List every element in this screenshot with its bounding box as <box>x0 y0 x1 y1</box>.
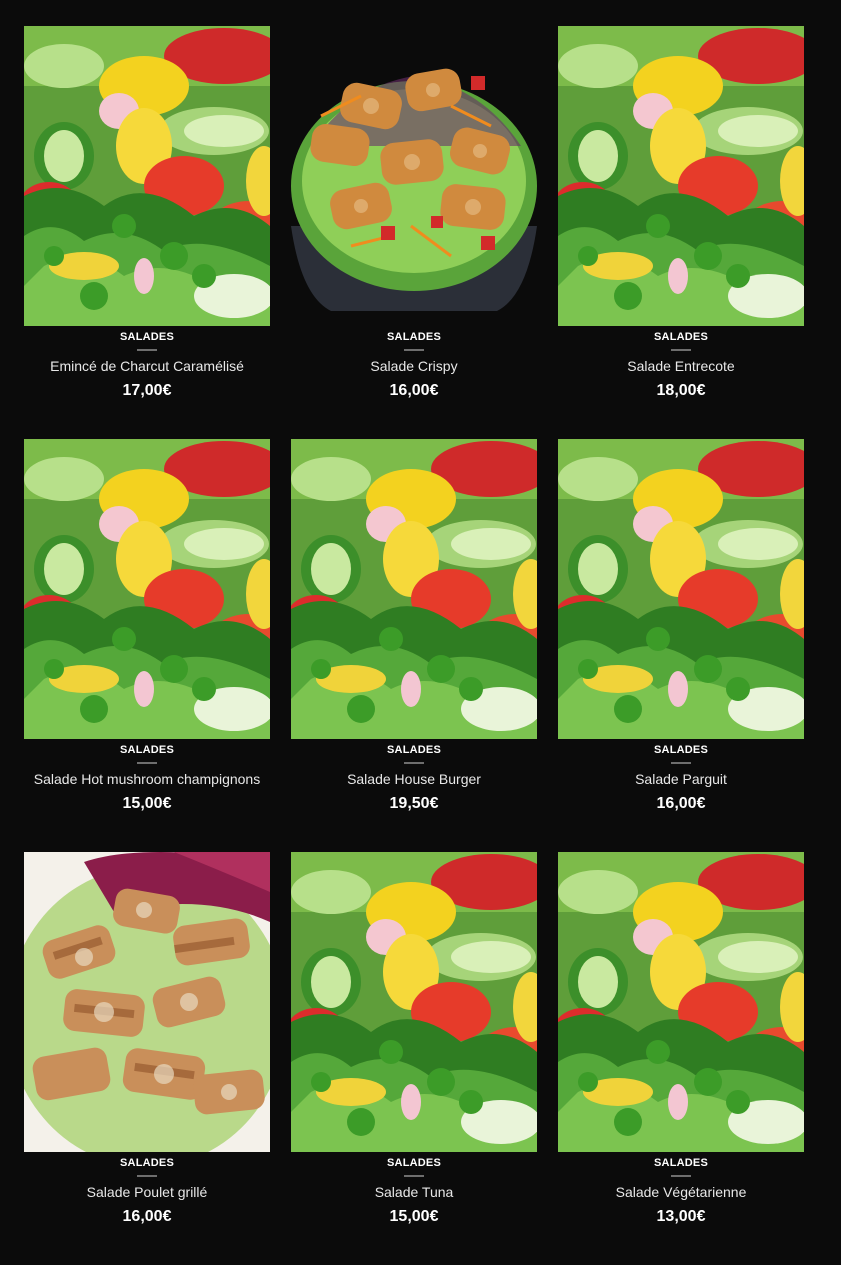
product-name[interactable]: Salade House Burger <box>291 770 537 788</box>
separator <box>671 762 691 764</box>
product-price: 16,00€ <box>389 382 439 399</box>
product-image[interactable] <box>24 26 270 326</box>
product-card[interactable]: SALADES Salade Entrecote 18,00€ <box>558 26 804 401</box>
separator <box>137 1175 157 1177</box>
mixed-salad-image <box>24 439 270 739</box>
mixed-salad-image <box>558 26 804 326</box>
product-category[interactable]: SALADES <box>558 744 804 757</box>
product-category[interactable]: SALADES <box>291 331 537 344</box>
product-name[interactable]: Salade Poulet grillé <box>24 1183 270 1201</box>
product-name[interactable]: Salade Végétarienne <box>558 1183 804 1201</box>
product-image[interactable] <box>291 852 537 1152</box>
product-image[interactable] <box>24 439 270 739</box>
product-image[interactable] <box>291 439 537 739</box>
mixed-salad-image <box>291 852 537 1152</box>
product-card[interactable]: SALADES Salade Parguit 16,00€ <box>558 439 804 814</box>
product-image[interactable] <box>24 852 270 1152</box>
product-name[interactable]: Salade Parguit <box>558 770 804 788</box>
product-category[interactable]: SALADES <box>558 331 804 344</box>
product-grid: SALADES Emincé de Charcut Caramélisé 17,… <box>24 26 804 1227</box>
separator <box>404 762 424 764</box>
product-price: 13,00€ <box>656 1208 706 1225</box>
product-card[interactable]: SALADES Salade Crispy 16,00€ <box>291 26 537 401</box>
separator <box>137 762 157 764</box>
product-price: 15,00€ <box>122 795 172 812</box>
product-category[interactable]: SALADES <box>24 331 270 344</box>
product-image[interactable] <box>558 26 804 326</box>
product-image[interactable] <box>558 852 804 1152</box>
separator <box>404 349 424 351</box>
mixed-salad-image <box>24 26 270 326</box>
product-card[interactable]: SALADES Salade House Burger 19,50€ <box>291 439 537 814</box>
product-name[interactable]: Salade Tuna <box>291 1183 537 1201</box>
product-name[interactable]: Salade Crispy <box>291 357 537 375</box>
product-name[interactable]: Salade Entrecote <box>558 357 804 375</box>
product-category[interactable]: SALADES <box>291 744 537 757</box>
product-price: 17,00€ <box>122 382 172 399</box>
separator <box>671 349 691 351</box>
grilled-chicken-salad-image <box>24 852 270 1152</box>
product-card[interactable]: SALADES Salade Poulet grillé 16,00€ <box>24 852 270 1227</box>
product-category[interactable]: SALADES <box>24 1157 270 1170</box>
product-price: 18,00€ <box>656 382 706 399</box>
product-card[interactable]: SALADES Emincé de Charcut Caramélisé 17,… <box>24 26 270 401</box>
product-price: 16,00€ <box>656 795 706 812</box>
mixed-salad-image <box>558 439 804 739</box>
mixed-salad-image <box>558 852 804 1152</box>
mixed-salad-image <box>291 439 537 739</box>
product-image[interactable] <box>291 26 537 326</box>
product-name[interactable]: Emincé de Charcut Caramélisé <box>24 357 270 375</box>
separator <box>671 1175 691 1177</box>
separator <box>404 1175 424 1177</box>
product-price: 15,00€ <box>389 1208 439 1225</box>
product-image[interactable] <box>558 439 804 739</box>
separator <box>137 349 157 351</box>
product-category[interactable]: SALADES <box>291 1157 537 1170</box>
product-card[interactable]: SALADES Salade Hot mushroom champignons … <box>24 439 270 814</box>
product-name[interactable]: Salade Hot mushroom champignons <box>24 770 270 788</box>
product-price: 16,00€ <box>122 1208 172 1225</box>
product-card[interactable]: SALADES Salade Tuna 15,00€ <box>291 852 537 1227</box>
product-price: 19,50€ <box>389 795 439 812</box>
product-category[interactable]: SALADES <box>24 744 270 757</box>
product-category[interactable]: SALADES <box>558 1157 804 1170</box>
crispy-chicken-salad-image <box>291 26 537 326</box>
product-card[interactable]: SALADES Salade Végétarienne 13,00€ <box>558 852 804 1227</box>
